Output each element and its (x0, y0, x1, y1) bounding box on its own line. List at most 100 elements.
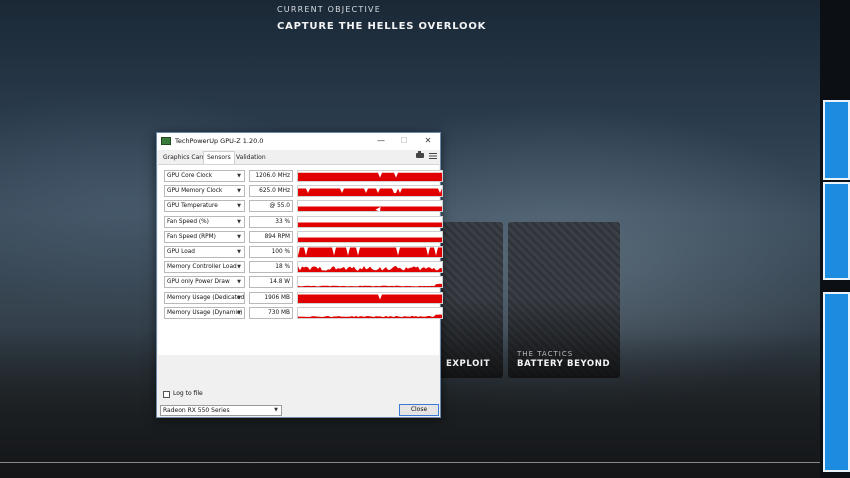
sensor-name-dropdown[interactable]: GPU Temperature ▼ (164, 200, 245, 213)
sensor-graph (297, 230, 443, 243)
window-title: TechPowerUp GPU-Z 1.20.0 (175, 137, 264, 145)
log-to-file-checkbox[interactable] (163, 391, 170, 398)
sensor-name-dropdown[interactable]: GPU only Power Draw ▼ (164, 276, 245, 289)
sensor-graph (297, 291, 443, 304)
card-title: BATTERY BEYOND (517, 359, 611, 369)
sensor-name: GPU Memory Clock (167, 188, 223, 195)
chevron-down-icon: ▼ (237, 173, 241, 179)
tab-validation[interactable]: Validation (233, 152, 269, 164)
log-to-file-label: Log to file (173, 390, 203, 397)
sensor-graph (297, 276, 443, 289)
sensor-name: GPU Load (167, 249, 195, 255)
sensor-name-dropdown[interactable]: GPU Memory Clock ▼ (164, 185, 245, 198)
sensor-name: Memory Usage (Dedicated) (167, 294, 245, 301)
sensor-value: 730 MB (249, 306, 293, 319)
sensor-graph (297, 246, 443, 258)
sensor-row: Memory Controller Load ▼ 18 % (164, 261, 443, 274)
mission-card-battery-beyond[interactable]: THE TACTICS BATTERY BEYOND (508, 222, 620, 378)
close-button[interactable]: Close (399, 404, 439, 416)
sensor-name-dropdown[interactable]: GPU Load ▼ (164, 246, 245, 258)
sensor-row: GPU Temperature ▼ @ 55.0 (164, 200, 443, 213)
sensor-name-dropdown[interactable]: Memory Usage (Dedicated) ▼ (164, 291, 245, 304)
chevron-down-icon: ▼ (237, 264, 241, 271)
sensor-graph (297, 306, 443, 319)
sensor-row: Memory Usage (Dedicated) ▼ 1906 MB (164, 291, 443, 305)
sensor-value: 33 % (249, 215, 293, 228)
sensor-row: Memory Usage (Dynamic) ▼ 730 MB (164, 306, 443, 320)
sensor-name: GPU Core Clock (167, 173, 213, 179)
menu-icon[interactable] (429, 153, 437, 159)
sensor-value: @ 55.0 (249, 200, 293, 213)
tab-bar: Graphics Card Sensors Validation (157, 150, 440, 165)
sensor-graph-fill (298, 172, 442, 181)
tile-panel[interactable] (823, 292, 850, 472)
sensor-name-dropdown[interactable]: Fan Speed (RPM) ▼ (164, 230, 245, 243)
chevron-down-icon: ▼ (237, 309, 241, 316)
objective-title: CAPTURE THE HELLES OVERLOOK (277, 21, 487, 32)
sensor-value: 18 % (249, 261, 293, 274)
chevron-down-icon: ▼ (237, 233, 241, 240)
sensor-graph-band (298, 237, 442, 240)
sensor-graph (297, 261, 443, 274)
sensor-graph (297, 200, 443, 213)
maximize-button[interactable]: ☐ (394, 134, 414, 148)
card-title: EXPLOIT (446, 359, 491, 369)
sensor-name: Fan Speed (RPM) (167, 233, 216, 240)
minimize-button[interactable]: — (371, 134, 391, 148)
gpu-card-icon (161, 137, 171, 145)
hud-divider (0, 462, 820, 463)
sensor-graph (297, 170, 443, 182)
tab-sensors[interactable]: Sensors (203, 151, 235, 165)
sensor-graph (297, 215, 443, 228)
sensors-panel: GPU Core Clock ▼ 1206.0 MHz GPU Memory Cloc… (158, 164, 443, 355)
sensor-graph-fill (298, 294, 442, 303)
sensor-graph-fill (298, 188, 442, 197)
sensor-name-dropdown[interactable]: GPU Core Clock ▼ (164, 170, 245, 182)
gpuz-window: TechPowerUp GPU-Z 1.20.0 — ☐ ✕ Graphics … (156, 132, 443, 418)
sensor-value: 14.8 W (249, 276, 293, 289)
sensor-graph-fill (298, 266, 442, 273)
tile-panel[interactable] (823, 182, 850, 280)
tab-graphics-card[interactable]: Graphics Card (160, 152, 208, 164)
objective-caption: CURRENT OBJECTIVE (277, 5, 381, 14)
title-bar[interactable]: TechPowerUp GPU-Z 1.20.0 — ☐ ✕ (157, 133, 440, 150)
sensor-row: Fan Speed (RPM) ▼ 894 RPM (164, 230, 443, 244)
sensor-row: GPU Load ▼ 100 % (164, 246, 443, 259)
chevron-down-icon: ▼ (237, 203, 241, 210)
sensor-graph-band (298, 222, 442, 225)
card-caption: THE TACTICS (517, 350, 574, 358)
sensor-name: GPU Temperature (167, 203, 218, 210)
sensor-name: GPU only Power Draw (167, 279, 230, 286)
sensor-row: GPU Memory Clock ▼ 625.0 MHz (164, 185, 443, 198)
sensor-graph-fill (298, 247, 442, 257)
sensor-graph-band (298, 206, 442, 210)
sensor-name: Fan Speed (%) (167, 218, 209, 225)
chevron-down-icon: ▼ (237, 294, 241, 301)
chevron-down-icon: ▼ (237, 249, 241, 255)
sensor-value: 1906 MB (249, 291, 293, 304)
sensor-row: GPU only Power Draw ▼ 14.8 W (164, 276, 443, 289)
chevron-down-icon: ▼ (274, 407, 278, 413)
sensor-value: 625.0 MHz (249, 185, 293, 198)
tile-panel[interactable] (823, 100, 850, 180)
sensor-graph (297, 185, 443, 198)
sensor-name: Memory Usage (Dynamic) (167, 309, 243, 316)
sensor-name: Memory Controller Load (167, 264, 237, 271)
sensor-graph-fill (298, 284, 442, 288)
sensor-name-dropdown[interactable]: Memory Controller Load ▼ (164, 261, 245, 274)
gpu-select-value: Radeon RX 550 Series (163, 407, 230, 414)
sensor-value: 894 RPM (249, 230, 293, 243)
sensor-row: Fan Speed (%) ▼ 33 % (164, 215, 443, 229)
camera-icon[interactable] (416, 151, 424, 158)
sensor-value: 1206.0 MHz (249, 170, 293, 182)
sensor-graph-fill (298, 314, 442, 318)
sensor-name-dropdown[interactable]: Fan Speed (%) ▼ (164, 215, 245, 228)
chevron-down-icon: ▼ (237, 279, 241, 286)
chevron-down-icon: ▼ (237, 188, 241, 195)
sensor-value: 100 % (249, 246, 293, 258)
sensor-name-dropdown[interactable]: Memory Usage (Dynamic) ▼ (164, 306, 245, 319)
sensor-row: GPU Core Clock ▼ 1206.0 MHz (164, 170, 443, 183)
gpu-select-dropdown[interactable]: Radeon RX 550 Series ▼ (160, 405, 282, 416)
chevron-down-icon: ▼ (237, 218, 241, 225)
close-window-button[interactable]: ✕ (418, 134, 438, 148)
